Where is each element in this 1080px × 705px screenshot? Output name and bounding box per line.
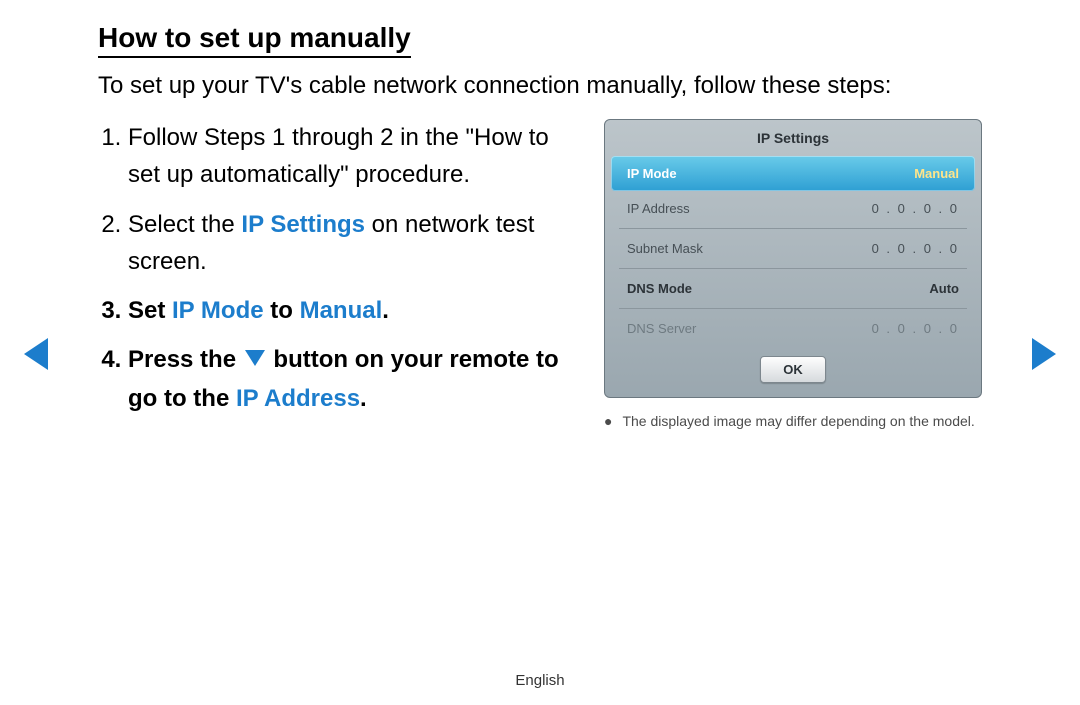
ip-mode-value: Manual xyxy=(914,166,959,181)
panel-title: IP Settings xyxy=(613,126,973,156)
ip-settings-panel: IP Settings IP Mode Manual IP Address 0 … xyxy=(604,119,982,398)
note-text: The displayed image may differ depending… xyxy=(622,412,974,432)
manual-term: Manual xyxy=(300,297,383,324)
chevron-left-icon xyxy=(22,336,50,372)
chevron-right-icon xyxy=(1030,336,1058,372)
step-4-text-d: . xyxy=(360,385,367,412)
divider xyxy=(619,268,967,269)
row-ip-address[interactable]: IP Address 0 . 0 . 0 . 0 xyxy=(613,191,973,226)
divider xyxy=(619,308,967,309)
steps-list: Follow Steps 1 through 2 in the "How to … xyxy=(98,119,578,429)
step-2-text-a: Select the xyxy=(128,211,241,238)
bullet-icon: ● xyxy=(604,412,612,432)
row-dns-server[interactable]: DNS Server 0 . 0 . 0 . 0 xyxy=(613,311,973,346)
row-subnet-mask[interactable]: Subnet Mask 0 . 0 . 0 . 0 xyxy=(613,231,973,266)
row-ip-mode[interactable]: IP Mode Manual xyxy=(611,156,975,191)
step-3: Set IP Mode to Manual. xyxy=(128,292,578,329)
dns-mode-label: DNS Mode xyxy=(627,281,692,296)
page-title: How to set up manually xyxy=(98,22,411,58)
down-arrow-icon xyxy=(245,341,265,378)
footer-language: English xyxy=(0,672,1080,689)
step-3-text-e: . xyxy=(382,297,389,324)
step-4: Press the button on your remote to go to… xyxy=(128,341,578,417)
ip-settings-term: IP Settings xyxy=(241,211,365,238)
ip-mode-label: IP Mode xyxy=(627,166,677,181)
dns-mode-value: Auto xyxy=(929,281,959,296)
step-2: Select the IP Settings on network test s… xyxy=(128,206,578,280)
step-3-text-a: Set xyxy=(128,297,172,324)
ip-address-label: IP Address xyxy=(627,201,690,216)
row-dns-mode[interactable]: DNS Mode Auto xyxy=(613,271,973,306)
intro-text: To set up your TV's cable network connec… xyxy=(98,70,982,101)
divider xyxy=(619,228,967,229)
step-3-text-c: to xyxy=(264,297,300,324)
step-1: Follow Steps 1 through 2 in the "How to … xyxy=(128,119,578,193)
nav-prev-button[interactable] xyxy=(22,336,50,377)
step-4-text-a: Press the xyxy=(128,346,243,373)
step-1-text: Follow Steps 1 through 2 in the "How to … xyxy=(128,124,549,188)
subnet-mask-value: 0 . 0 . 0 . 0 xyxy=(872,241,959,256)
dns-server-value: 0 . 0 . 0 . 0 xyxy=(872,321,959,336)
ip-address-value: 0 . 0 . 0 . 0 xyxy=(872,201,959,216)
ok-button[interactable]: OK xyxy=(760,356,826,383)
panel-note: ● The displayed image may differ dependi… xyxy=(604,412,982,432)
ip-address-term: IP Address xyxy=(236,385,360,412)
dns-server-label: DNS Server xyxy=(627,321,696,336)
subnet-mask-label: Subnet Mask xyxy=(627,241,703,256)
nav-next-button[interactable] xyxy=(1030,336,1058,377)
ip-mode-term: IP Mode xyxy=(172,297,264,324)
